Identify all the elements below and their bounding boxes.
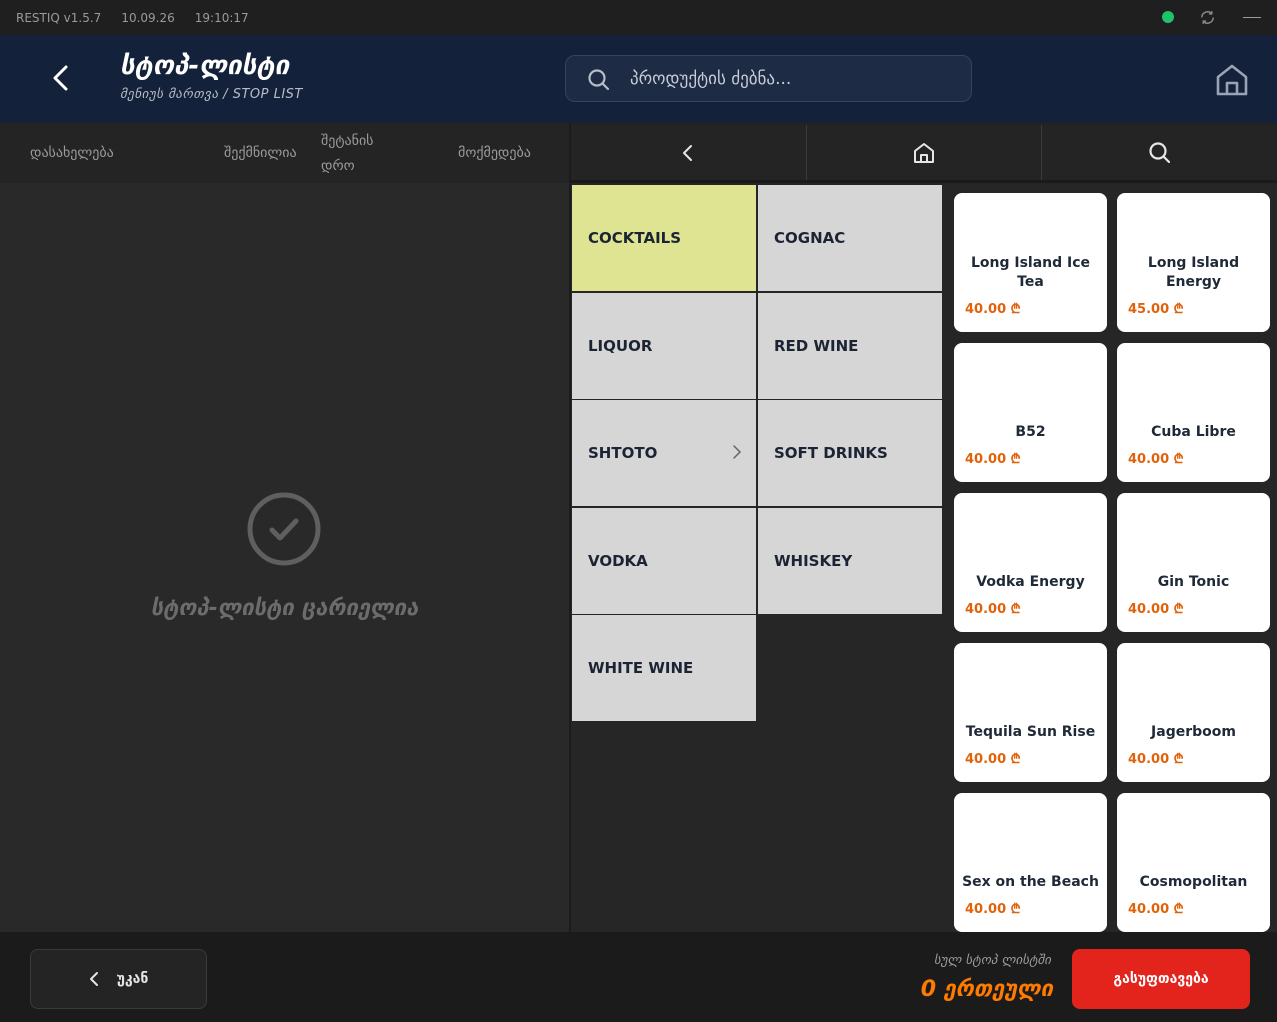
product-card[interactable]: Gin Tonic 40.00 ₾ [1117,493,1270,632]
product-price: 40.00 ₾ [1128,452,1184,467]
empty-message: სტოპ-ლისტი ცარიელია [150,596,419,621]
current-time: 19:10:17 [194,10,249,25]
search-icon [1149,142,1170,164]
app-version: RESTIQ v1.5.7 [16,10,102,25]
product-name: Jagerboom [1151,724,1236,740]
product-price: 40.00 ₾ [1128,602,1184,617]
product-price: 40.00 ₾ [965,452,1021,467]
category-nav [571,125,1277,181]
footer: უკან სულ სტოპ ლისტში 0 ერთეული გასუფთავე… [0,932,1277,1022]
product-card[interactable]: Jagerboom 40.00 ₾ [1117,643,1270,782]
product-price: 40.00 ₾ [1128,902,1184,917]
chevron-right-icon [733,445,742,459]
back-button[interactable]: უკან [30,949,207,1009]
table-header: დასახელება შექმნილია შეტანის დრო მოქმედე… [0,123,569,183]
nav-back-button[interactable] [571,125,807,181]
category-cocktails[interactable]: COCKTAILS [572,185,756,291]
product-name: Sex on the Beach [962,874,1099,890]
product-price: 40.00 ₾ [965,752,1021,767]
category-grid: COCKTAILS COGNAC LIQUOR RED WINE SHTOTO … [571,183,943,932]
home-icon [914,143,934,163]
refresh-icon[interactable] [1199,9,1216,26]
product-name: B52 [1015,424,1046,440]
back-button-label: უკან [116,971,149,987]
category-label: SHTOTO [588,444,658,462]
header-back-icon[interactable] [48,63,74,93]
page-subtitle: მენიუს მართვა / STOP LIST [120,87,303,102]
chevron-left-icon [683,145,693,161]
category-red-wine[interactable]: RED WINE [758,293,942,399]
category-white-wine[interactable]: WHITE WINE [572,615,756,721]
product-name: Cosmopolitan [1139,874,1248,890]
category-label: RED WINE [774,337,859,355]
title-bar: RESTIQ v1.5.7 10.09.26 19:10:17 [0,0,1277,35]
column-name: დასახელება [30,145,114,161]
product-card[interactable]: Tequila Sun Rise 40.00 ₾ [954,643,1107,782]
product-price: 40.00 ₾ [965,602,1021,617]
category-liquor[interactable]: LIQUOR [572,293,756,399]
category-vodka[interactable]: VODKA [572,508,756,614]
category-label: WHISKEY [774,552,853,570]
home-icon[interactable] [1213,61,1251,99]
product-price: 45.00 ₾ [1128,302,1184,317]
category-label: SOFT DRINKS [774,444,888,462]
nav-search-button[interactable] [1042,125,1277,181]
category-soft-drinks[interactable]: SOFT DRINKS [758,400,942,506]
search-input[interactable] [630,56,960,101]
category-whiskey[interactable]: WHISKEY [758,508,942,614]
category-shtoto[interactable]: SHTOTO [572,400,756,506]
product-search[interactable] [565,55,972,102]
minimize-icon[interactable] [1243,17,1261,18]
product-card[interactable]: Long Island Ice Tea 40.00 ₾ [954,193,1107,332]
category-label: VODKA [588,552,648,570]
empty-state: სტოპ-ლისტი ცარიელია [0,183,569,932]
product-price: 40.00 ₾ [1128,752,1184,767]
product-name: Tequila Sun Rise [965,724,1096,740]
clear-button[interactable]: გასუფთავება [1072,949,1250,1009]
column-entry-time-2: დრო [321,158,355,174]
stop-list-panel: დასახელება შექმნილია შეტანის დრო მოქმედე… [0,123,569,932]
nav-home-button[interactable] [806,125,1043,181]
column-created: შექმნილია [224,145,297,161]
current-date: 10.09.26 [121,10,175,25]
category-label: LIQUOR [588,337,653,355]
product-card[interactable]: Cosmopolitan 40.00 ₾ [1117,793,1270,932]
product-price: 40.00 ₾ [965,902,1021,917]
product-price: 40.00 ₾ [965,302,1021,317]
check-circle-icon [247,492,321,566]
category-cognac[interactable]: COGNAC [758,185,942,291]
product-card[interactable]: Sex on the Beach 40.00 ₾ [954,793,1107,932]
product-name: Gin Tonic [1157,574,1230,590]
category-label: COGNAC [774,229,846,247]
product-name: Long Island Ice Tea [970,255,1091,290]
product-card[interactable]: Vodka Energy 40.00 ₾ [954,493,1107,632]
chevron-left-icon [89,972,98,986]
product-name: Vodka Energy [976,574,1085,590]
product-card[interactable]: Long Island Energy 45.00 ₾ [1117,193,1270,332]
page-header: სტოპ-ლისტი მენიუს მართვა / STOP LIST [0,35,1277,123]
online-status-icon [1162,11,1174,23]
total-label: სულ სტოპ ლისტში [933,953,1051,968]
category-label: WHITE WINE [588,659,694,677]
column-action: მოქმედება [458,145,531,161]
product-card[interactable]: B52 40.00 ₾ [954,343,1107,482]
product-name: Cuba Libre [1151,424,1236,440]
product-card[interactable]: Cuba Libre 40.00 ₾ [1117,343,1270,482]
search-icon [588,69,610,91]
page-title: სტოპ-ლისტი [120,51,290,81]
column-entry-time: შეტანის [321,133,374,149]
category-label: COCKTAILS [588,229,682,247]
product-name: Long Island Energy [1147,255,1240,290]
clear-button-label: გასუფთავება [1113,971,1209,987]
product-grid: Long Island Ice Tea 40.00 ₾ Long Island … [943,183,1277,932]
total-count: 0 ერთეული [920,977,1053,1002]
